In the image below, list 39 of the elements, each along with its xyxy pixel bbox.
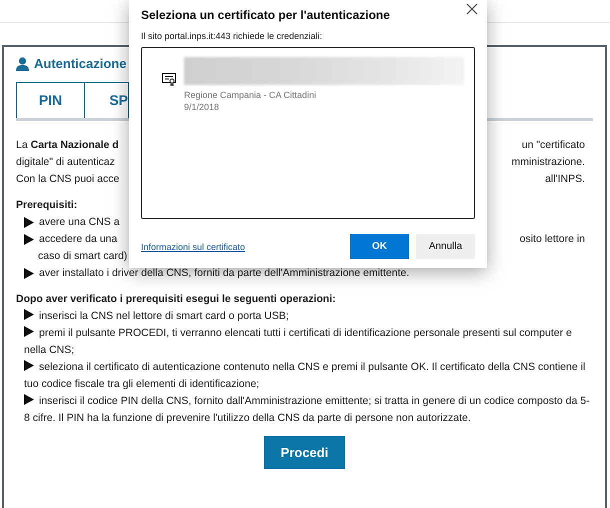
text-line: La Carta Nazionale d [16,138,119,152]
text-line: mministrazione. [511,154,585,170]
list-item: inserisci la CNS nel lettore di smart card o porta USB; [24,308,593,324]
triangle-icon [24,308,34,320]
text-line: avere una CNS a [39,214,120,230]
text-line: accedere da una [39,232,118,246]
text-line: un "certificato [522,138,585,152]
certificate-issuer: Regione Campania - CA Cittadini [184,89,318,101]
section-heading: Prerequisiti: [16,198,78,212]
certificate-item[interactable]: Regione Campania - CA Cittadini 9/1/2018 [162,57,472,113]
text-line: osito lettore in [520,232,585,246]
tab[interactable]: SP [85,82,129,118]
list-item: seleziona il certificato di autenticazione contenuto nella CNS e premi il pulsante OK. Il certificato della CNS contiene il tuo codice fiscale tra gli elementi di identificazione; [24,358,586,392]
proceed-button[interactable]: Procedi [264,436,345,468]
certificate-date: 9/1/2018 [184,101,220,113]
triangle-icon [24,234,34,244]
section-heading: Dopo aver verificato i prerequisiti esegui le seguenti operazioni: [16,292,337,306]
text-line: caso di smart card) [38,248,128,264]
text-line: aver installato i driver della CNS, forniti da parte dell'Amministrazione emittente. [39,266,410,280]
certificate-icon [162,73,176,86]
dialog-subtitle: Il sito portal.inps.it:443 richiede le credenziali: [141,31,324,41]
triangle-icon [24,360,34,370]
close-icon[interactable] [465,2,479,16]
cancel-button[interactable]: Annulla [416,234,475,259]
section-title: Autenticazione [16,56,126,71]
tab[interactable]: PIN [16,82,85,118]
text-line: all'INPS. [545,172,585,186]
certificate-info-link[interactable]: Informazioni sul certificato [141,242,246,252]
triangle-icon [24,268,34,278]
ok-button[interactable]: OK [350,234,409,259]
triangle-icon [24,394,34,404]
list-item: inserisci il codice PIN della CNS, fornito dall'Amministrazione emittente; si tratta in genere di un codice composto da 5-8 cifre. Il PIN ha la funzione di prevenire l'utilizzo della CNS da parte di persone non autorizzate. [24,392,591,426]
text-line: digitale" di autenticaz [16,154,115,170]
triangle-icon [24,326,34,336]
dialog-title: Seleziona un certificato per l'autenticazione [141,8,391,22]
triangle-icon [24,216,34,228]
text-line: Con la CNS puoi acce [16,172,120,186]
user-icon [16,56,29,70]
list-item: premi il pulsante PROCEDI, ti verranno elencati tutti i certificati di identificazione personale presenti sul computer e nella CNS; [24,324,573,358]
